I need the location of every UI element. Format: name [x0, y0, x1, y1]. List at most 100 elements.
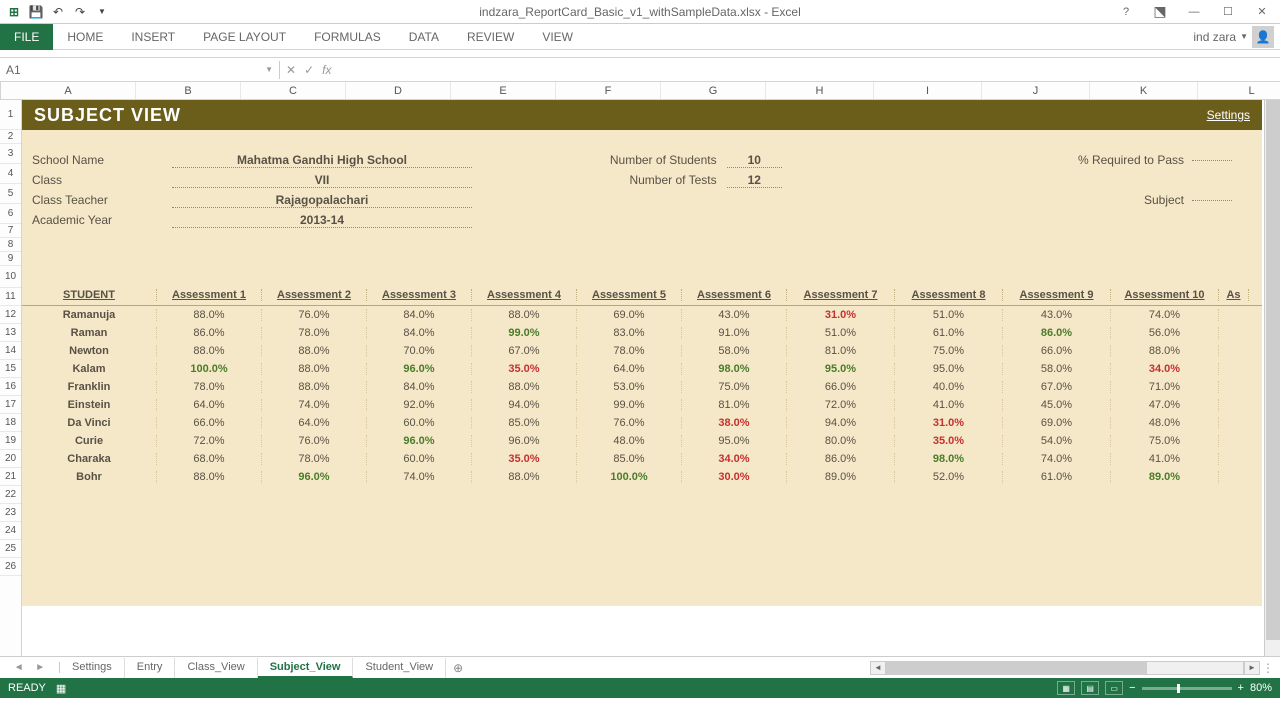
- row-header[interactable]: 13: [0, 324, 21, 342]
- row-header[interactable]: 21: [0, 468, 21, 486]
- row-header[interactable]: 14: [0, 342, 21, 360]
- score-cell: 43.0%: [682, 309, 787, 321]
- row-header[interactable]: 4: [0, 164, 21, 184]
- zoom-out-icon[interactable]: −: [1129, 682, 1135, 694]
- student-row: Bohr88.0%96.0%74.0%88.0%100.0%30.0%89.0%…: [22, 468, 1262, 486]
- row-header[interactable]: 3: [0, 144, 21, 164]
- row-header[interactable]: 17: [0, 396, 21, 414]
- vertical-scrollbar[interactable]: [1264, 100, 1280, 656]
- normal-view-icon[interactable]: ▦: [1057, 681, 1075, 695]
- settings-link[interactable]: Settings: [1207, 108, 1250, 122]
- student-row: Charaka68.0%78.0%60.0%35.0%85.0%34.0%86.…: [22, 450, 1262, 468]
- row-header[interactable]: 20: [0, 450, 21, 468]
- numstudents-label: Number of Students: [592, 153, 717, 167]
- ribbon-collapse-icon[interactable]: ⬔: [1146, 2, 1174, 22]
- close-icon[interactable]: ✕: [1248, 2, 1276, 22]
- row-header[interactable]: 2: [0, 130, 21, 144]
- row-header[interactable]: 16: [0, 378, 21, 396]
- zoom-level[interactable]: 80%: [1250, 682, 1272, 694]
- row-header[interactable]: 15: [0, 360, 21, 378]
- score-cell: 40.0%: [895, 381, 1003, 393]
- formulas-tab[interactable]: FORMULAS: [300, 25, 395, 49]
- file-tab[interactable]: FILE: [0, 24, 53, 50]
- view-tab[interactable]: VIEW: [528, 25, 587, 49]
- sheet-tab[interactable]: Entry: [125, 658, 176, 678]
- save-icon[interactable]: 💾: [26, 2, 46, 22]
- help-icon[interactable]: ?: [1112, 2, 1140, 22]
- enter-formula-icon[interactable]: ✓: [304, 63, 314, 77]
- score-cell: 58.0%: [1003, 363, 1111, 375]
- row-header[interactable]: 1: [0, 100, 21, 130]
- horizontal-scrollbar[interactable]: ◄ ►: [870, 661, 1260, 675]
- sheet-tab[interactable]: Subject_View: [258, 658, 354, 678]
- row-header[interactable]: 26: [0, 558, 21, 576]
- sheet-tab[interactable]: Student_View: [353, 658, 446, 678]
- score-cell: 68.0%: [157, 453, 262, 465]
- row-header[interactable]: 11: [0, 288, 21, 306]
- sheet-content[interactable]: SUBJECT VIEW Settings School NameMahatma…: [22, 100, 1280, 656]
- column-header[interactable]: A: [1, 82, 136, 99]
- page-layout-tab[interactable]: PAGE LAYOUT: [189, 25, 300, 49]
- year-value: 2013-14: [172, 213, 472, 228]
- row-header[interactable]: 22: [0, 486, 21, 504]
- row-header[interactable]: 5: [0, 184, 21, 204]
- page-break-view-icon[interactable]: ▭: [1105, 681, 1123, 695]
- column-header[interactable]: E: [451, 82, 556, 99]
- row-header[interactable]: 12: [0, 306, 21, 324]
- column-header[interactable]: D: [346, 82, 451, 99]
- zoom-in-icon[interactable]: +: [1238, 682, 1244, 694]
- redo-icon[interactable]: ↷: [70, 2, 90, 22]
- column-header[interactable]: K: [1090, 82, 1198, 99]
- score-cell: 71.0%: [1111, 381, 1219, 393]
- column-header[interactable]: G: [661, 82, 766, 99]
- column-header[interactable]: I: [874, 82, 982, 99]
- sheet-tab[interactable]: Class_View: [175, 658, 257, 678]
- column-header[interactable]: H: [766, 82, 874, 99]
- sheet-tab[interactable]: Settings: [60, 658, 125, 678]
- fx-icon[interactable]: fx: [322, 63, 331, 77]
- minimize-icon[interactable]: —: [1180, 2, 1208, 22]
- cancel-formula-icon[interactable]: ✕: [286, 63, 296, 77]
- user-avatar-icon[interactable]: 👤: [1252, 26, 1274, 48]
- column-header[interactable]: F: [556, 82, 661, 99]
- zoom-slider[interactable]: [1142, 687, 1232, 690]
- student-row: Kalam100.0%88.0%96.0%35.0%64.0%98.0%95.0…: [22, 360, 1262, 378]
- row-header[interactable]: 7: [0, 224, 21, 238]
- name-box[interactable]: A1 ▼: [0, 61, 280, 79]
- row-header[interactable]: 10: [0, 266, 21, 288]
- row-header[interactable]: 8: [0, 238, 21, 252]
- user-name[interactable]: ind zara: [1193, 30, 1236, 44]
- score-cell: 88.0%: [1111, 345, 1219, 357]
- score-cell: 96.0%: [262, 471, 367, 483]
- score-cell: 47.0%: [1111, 399, 1219, 411]
- qat-dropdown-icon[interactable]: ▼: [92, 2, 112, 22]
- row-header[interactable]: 6: [0, 204, 21, 224]
- row-header[interactable]: 9: [0, 252, 21, 266]
- row-header[interactable]: 24: [0, 522, 21, 540]
- row-header[interactable]: 18: [0, 414, 21, 432]
- add-sheet-button[interactable]: ⊕: [446, 661, 470, 675]
- maximize-icon[interactable]: ☐: [1214, 2, 1242, 22]
- column-header[interactable]: L: [1198, 82, 1280, 99]
- insert-tab[interactable]: INSERT: [117, 25, 189, 49]
- undo-icon[interactable]: ↶: [48, 2, 68, 22]
- student-row: Da Vinci66.0%64.0%60.0%85.0%76.0%38.0%94…: [22, 414, 1262, 432]
- column-header[interactable]: J: [982, 82, 1090, 99]
- home-tab[interactable]: HOME: [53, 25, 117, 49]
- column-header[interactable]: C: [241, 82, 346, 99]
- banner-title: SUBJECT VIEW: [34, 105, 181, 126]
- student-name: Ramanuja: [22, 309, 157, 321]
- row-header[interactable]: 23: [0, 504, 21, 522]
- sheet-nav-arrows[interactable]: ◄►: [0, 662, 60, 673]
- macro-icon[interactable]: ▦: [56, 682, 66, 695]
- column-header[interactable]: B: [136, 82, 241, 99]
- data-tab[interactable]: DATA: [395, 25, 453, 49]
- review-tab[interactable]: REVIEW: [453, 25, 528, 49]
- score-cell: 72.0%: [787, 399, 895, 411]
- row-header[interactable]: 25: [0, 540, 21, 558]
- excel-icon[interactable]: ⊞: [4, 2, 24, 22]
- score-cell: 52.0%: [895, 471, 1003, 483]
- page-layout-view-icon[interactable]: ▤: [1081, 681, 1099, 695]
- student-name: Franklin: [22, 381, 157, 393]
- row-header[interactable]: 19: [0, 432, 21, 450]
